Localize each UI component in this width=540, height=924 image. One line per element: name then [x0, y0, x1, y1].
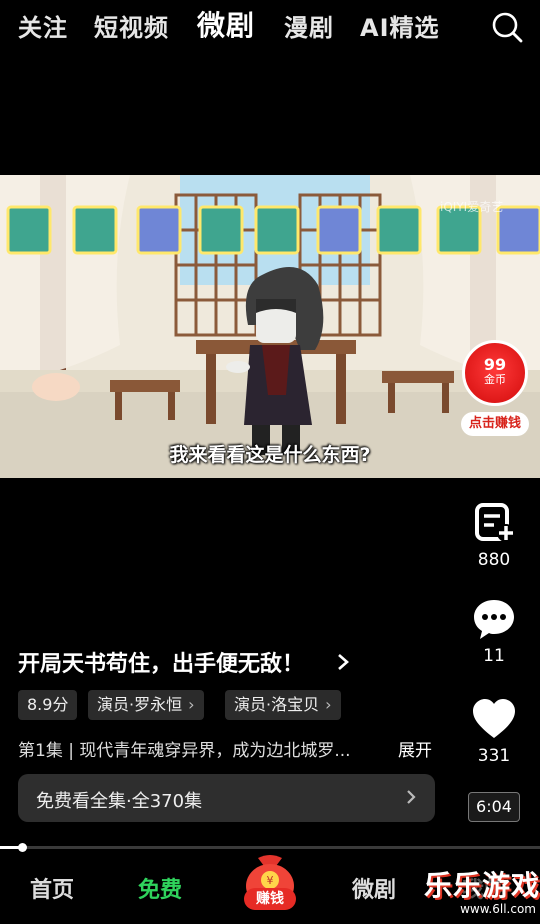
comment-button[interactable]: 11: [466, 598, 522, 666]
drama-title[interactable]: 开局天书苟住，出手便无敌！: [18, 646, 304, 678]
tab-short-video[interactable]: 短视频: [94, 8, 169, 43]
coin-amount: 99: [483, 355, 507, 374]
add-to-list-icon: [475, 503, 515, 542]
progress-knob[interactable]: [17, 843, 27, 852]
chevron-right-icon: ›: [325, 695, 332, 714]
actor-tag-1[interactable]: 演员·罗永恒 ›: [88, 690, 204, 720]
comment-count: 11: [483, 646, 505, 666]
like-count: 331: [477, 746, 511, 766]
video-frame-illustration: [0, 175, 540, 478]
nav-micro-drama[interactable]: 微剧: [352, 872, 396, 904]
actor-tag-label: 演员·罗永恒: [97, 695, 183, 714]
video-subtitle: 我来看看这是什么东西?: [169, 444, 371, 466]
svg-text:¥: ¥: [267, 874, 274, 887]
site-watermark-url: www.6ll.com: [460, 902, 536, 916]
site-watermark: 乐乐游戏 www.6ll.com: [424, 869, 540, 917]
expand-button[interactable]: 展开: [398, 736, 432, 761]
playback-progress[interactable]: [0, 843, 540, 852]
video-duration: 6:04: [468, 792, 520, 822]
rating-label: 8.9分: [27, 695, 69, 714]
tab-follow[interactable]: 关注: [18, 8, 68, 43]
tab-micro-drama[interactable]: 微剧: [197, 4, 255, 44]
top-nav: 关注 短视频 微剧 漫剧 AI精选: [0, 0, 540, 52]
tap-to-earn-button[interactable]: 点击赚钱: [461, 412, 529, 436]
rating-tag: 8.9分: [18, 690, 78, 720]
episode-description: 第1集 | 现代青年魂穿异界，成为边北城罗...: [18, 741, 351, 761]
heart-icon: [473, 699, 515, 738]
watch-all-label: 免费看全集·全370集: [36, 791, 203, 812]
tab-comic-drama[interactable]: 漫剧: [284, 8, 334, 43]
search-icon[interactable]: [490, 10, 524, 44]
chevron-right-icon: ›: [188, 695, 195, 714]
chevron-right-icon: [407, 790, 416, 804]
chevron-right-icon[interactable]: [336, 652, 350, 672]
like-button[interactable]: 331: [466, 698, 522, 766]
actor-tag-label: 演员·洛宝贝: [234, 695, 320, 714]
actor-tag-2[interactable]: 演员·洛宝贝 ›: [225, 690, 341, 720]
tab-ai-picks[interactable]: AI精选: [360, 8, 440, 43]
nav-free[interactable]: 免费: [138, 872, 182, 904]
video-player[interactable]: iQIYI爱奇艺: [0, 175, 540, 478]
nav-home[interactable]: 首页: [30, 872, 74, 904]
coin-badge[interactable]: 99 金币: [462, 340, 528, 406]
comment-icon: [474, 600, 514, 639]
coin-unit: 金币: [484, 373, 506, 386]
site-watermark-name: 乐乐游戏: [424, 869, 540, 902]
collect-count: 880: [477, 550, 511, 570]
nav-earn[interactable]: 赚钱: [244, 888, 296, 910]
watch-all-button[interactable]: 免费看全集·全370集: [18, 774, 435, 822]
collect-button[interactable]: 880: [466, 502, 522, 570]
video-watermark: iQIYI爱奇艺: [440, 200, 504, 214]
